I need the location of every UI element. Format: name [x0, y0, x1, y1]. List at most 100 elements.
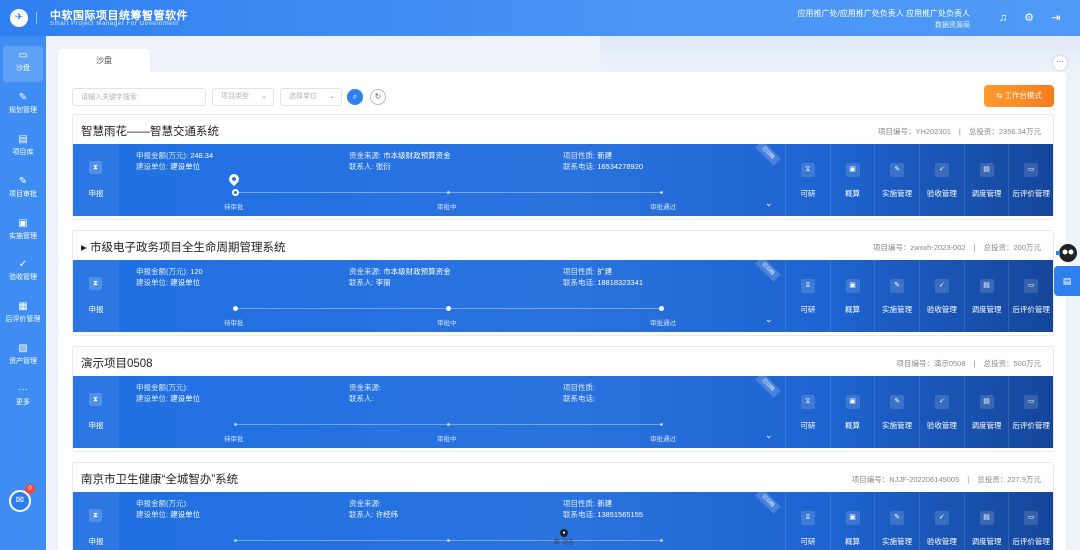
- action-5[interactable]: ▭ 后评价管理: [1008, 144, 1053, 216]
- status-dot-icon: ●: [560, 529, 568, 537]
- user-roles[interactable]: 应用推广处/应用推广处负责人 应用推广处负责人: [798, 8, 970, 19]
- sidebar-item-0[interactable]: ▭ 沙盘: [3, 46, 43, 82]
- sidebar-item-7[interactable]: ▧ 资产管理: [3, 339, 43, 375]
- action-icon: ▭: [1024, 279, 1039, 293]
- action-5[interactable]: ▭ 后评价管理: [1008, 260, 1053, 332]
- action-0[interactable]: ⧖ 可研: [785, 144, 830, 216]
- unit-select[interactable]: 选择单位 ⌄: [280, 88, 342, 106]
- more-options-icon[interactable]: ···: [1053, 56, 1067, 70]
- action-label: 概算: [845, 305, 860, 314]
- location-pin-icon: [226, 171, 242, 187]
- app-logo-icon[interactable]: ✈: [10, 9, 28, 27]
- mascot-icon[interactable]: [1056, 242, 1080, 264]
- tab-sandbox[interactable]: 沙盘: [58, 49, 150, 72]
- archive-ribbon: 已归档: [755, 488, 781, 514]
- action-1[interactable]: ▣ 概算: [829, 144, 875, 216]
- progress-dot: [660, 539, 663, 542]
- workbench-mode-button[interactable]: ⇆ 工作台模式: [984, 85, 1054, 107]
- info-value: 新建: [597, 499, 613, 508]
- action-5[interactable]: ▭ 后评价管理: [1008, 492, 1053, 550]
- info-key: 联系电话:: [563, 162, 596, 171]
- progress-step-label: 审批中: [437, 320, 457, 327]
- bell-icon[interactable]: ♫: [996, 11, 1010, 25]
- info-key: 资金来源:: [349, 267, 382, 276]
- action-4[interactable]: ▤ 调度管理: [963, 492, 1009, 550]
- stage-declare[interactable]: ⧗ 申报: [73, 376, 119, 448]
- sidebar-item-label: 更多: [16, 399, 30, 406]
- action-label: 调度管理: [971, 189, 1002, 198]
- chevron-down-icon[interactable]: ⌄: [765, 546, 773, 550]
- project-title[interactable]: 智慧雨花——智慧交通系统: [81, 123, 219, 139]
- project-actions: ⧖ 可研 ▣ 概算 ✎ 实施管理 ✓ 验收管理 ▤ 调度管理 ▭ 后评价管理: [785, 376, 1053, 448]
- action-5[interactable]: ▭ 后评价管理: [1008, 376, 1053, 448]
- progress-dot: [447, 539, 450, 542]
- action-3[interactable]: ✓ 验收管理: [919, 492, 964, 550]
- action-4[interactable]: ▤ 调度管理: [963, 144, 1009, 216]
- evaluation-icon: ▦: [18, 301, 28, 312]
- sidebar-item-4[interactable]: ▣ 实施管理: [3, 214, 43, 250]
- hourglass-icon: ⧗: [89, 161, 102, 174]
- action-2[interactable]: ✎ 实施管理: [874, 492, 919, 550]
- project-type-select[interactable]: 项目类型 ⌄: [212, 88, 274, 106]
- project-title[interactable]: 南京市卫生健康“全城智办”系统: [81, 471, 238, 487]
- action-4[interactable]: ▤ 调度管理: [963, 260, 1009, 332]
- header-decoration: [600, 36, 1080, 76]
- project-card[interactable]: 智慧雨花——智慧交通系统 项目编号：YH202301 | 总投资：2356.34万元 ⧗…: [72, 114, 1054, 220]
- action-1[interactable]: ▣ 概算: [829, 260, 875, 332]
- stage-declare[interactable]: ⧗ 申报: [73, 144, 119, 216]
- info-value: 建设单位: [170, 510, 201, 519]
- search-button[interactable]: ⌕: [347, 89, 363, 105]
- project-invest: 总投资：227.9万元: [977, 475, 1041, 484]
- project-card[interactable]: 演示项目0508 项目编号：演示0508 | 总投资：500万元 ⧗ 申报 申报金额(万元)…: [72, 346, 1054, 452]
- info-funding: 资金来源:: [349, 498, 381, 509]
- project-actions: ⧖ 可研 ▣ 概算 ✎ 实施管理 ✓ 验收管理 ▤ 调度管理 ▭ 后评价管理: [785, 144, 1053, 216]
- archive-ribbon: 已归档: [755, 372, 781, 398]
- sidebar-item-2[interactable]: ▤ 项目库: [3, 130, 43, 166]
- refresh-button[interactable]: ↻: [370, 89, 386, 105]
- hourglass-icon: ⧗: [89, 277, 102, 290]
- sidebar-item-6[interactable]: ▦ 后评价管理: [3, 297, 43, 333]
- search-input[interactable]: [72, 88, 206, 106]
- project-card[interactable]: ▸ 市级电子政务项目全生命周期管理系统 项目编号：zwxxh-2023-002 | 总…: [72, 230, 1054, 336]
- chevron-down-icon[interactable]: ⌄: [765, 314, 773, 325]
- action-icon: ✎: [890, 163, 905, 177]
- action-2[interactable]: ✎ 实施管理: [874, 376, 919, 448]
- action-0[interactable]: ⧖ 可研: [785, 492, 830, 550]
- unit-placeholder: 选择单位: [289, 93, 317, 100]
- info-key: 申报金额(万元):: [136, 151, 189, 160]
- project-title[interactable]: ▸ 市级电子政务项目全生命周期管理系统: [81, 239, 285, 255]
- progress-dot: [234, 423, 237, 426]
- sidebar-item-8[interactable]: ··· 更多: [3, 380, 43, 416]
- action-0[interactable]: ⧖ 可研: [785, 376, 830, 448]
- info-key: 项目性质:: [563, 383, 596, 392]
- clipboard-icon[interactable]: ▤: [1054, 266, 1080, 296]
- info-value: 李丽: [375, 278, 391, 287]
- bottom-status[interactable]: ● 断 动态: [549, 529, 579, 546]
- action-label: 概算: [845, 537, 860, 546]
- action-1[interactable]: ▣ 概算: [829, 376, 875, 448]
- action-3[interactable]: ✓ 验收管理: [919, 376, 964, 448]
- action-3[interactable]: ✓ 验收管理: [919, 260, 964, 332]
- stage-declare[interactable]: ⧗ 申报: [73, 260, 119, 332]
- info-contact: 联系人: 李丽: [349, 277, 391, 288]
- action-2[interactable]: ✎ 实施管理: [874, 260, 919, 332]
- action-icon: ✓: [934, 279, 949, 293]
- bottom-status-label: 断 动态: [554, 540, 574, 546]
- project-title[interactable]: 演示项目0508: [81, 355, 153, 371]
- sidebar-item-3[interactable]: ✎ 项目审批: [3, 172, 43, 208]
- sidebar-item-5[interactable]: ✓ 验收管理: [3, 255, 43, 291]
- sidebar-item-1[interactable]: ✎ 规划管理: [3, 88, 43, 124]
- action-0[interactable]: ⧖ 可研: [785, 260, 830, 332]
- logout-icon[interactable]: ⇥: [1049, 11, 1063, 25]
- info-value: 16534278920: [597, 162, 644, 171]
- chevron-down-icon[interactable]: ⌄: [765, 430, 773, 441]
- action-icon: ▤: [979, 163, 994, 177]
- action-1[interactable]: ▣ 概算: [829, 492, 875, 550]
- gear-icon[interactable]: ⚙: [1022, 11, 1036, 25]
- chevron-down-icon[interactable]: ⌄: [765, 198, 773, 209]
- action-4[interactable]: ▤ 调度管理: [963, 376, 1009, 448]
- action-3[interactable]: ✓ 验收管理: [919, 144, 964, 216]
- action-2[interactable]: ✎ 实施管理: [874, 144, 919, 216]
- stage-declare[interactable]: ⧗ 申报: [73, 492, 119, 550]
- action-label: 可研: [800, 189, 816, 198]
